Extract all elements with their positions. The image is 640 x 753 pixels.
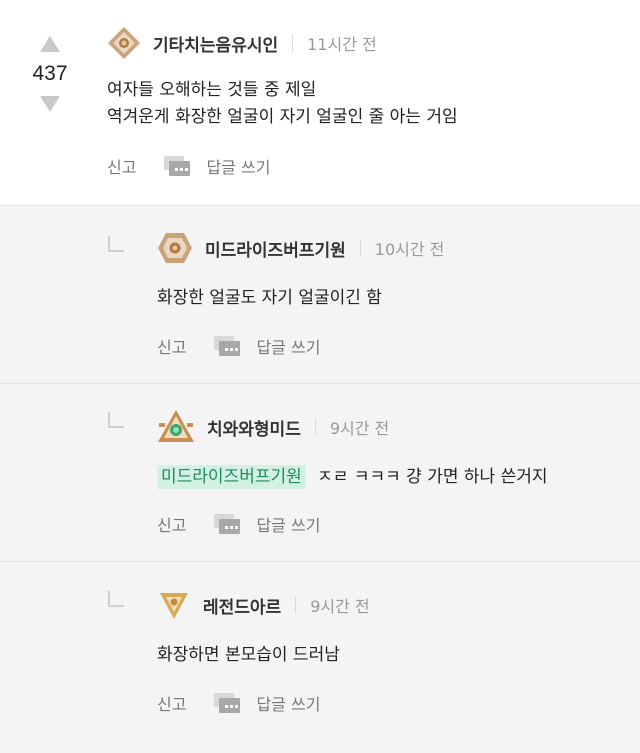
report-button[interactable]: 신고 — [157, 691, 186, 715]
main-comment: 437 기타치는음유시인 11시간 전 여자들 오해하는 것들 중 제일 역겨운… — [0, 0, 640, 205]
comment-header: 기타치는음유시인 11시간 전 — [107, 26, 377, 60]
bronze-rank-badge-icon — [157, 231, 193, 265]
downvote-arrow-icon[interactable] — [40, 96, 60, 112]
comment-header: 미드라이즈버프기원 10시간 전 — [157, 231, 444, 265]
reply-elbow-icon — [108, 412, 124, 428]
author-name[interactable]: 레전드아르 — [203, 593, 281, 618]
comment-body: 화장하면 본모습이 드러남 — [157, 645, 340, 665]
timestamp: 9시간 전 — [329, 419, 390, 438]
report-button[interactable]: 신고 — [107, 154, 136, 178]
timestamp: 9시간 전 — [310, 597, 370, 616]
mention-tag[interactable]: 미드라이즈버프기원 — [157, 465, 306, 489]
comment-header: 레전드아르 9시간 전 — [157, 588, 370, 622]
divider — [314, 418, 316, 436]
comment-text: ㅈㄹ ㅋㅋㅋ 걍 가면 하나 쓴거지 — [317, 467, 548, 487]
upvote-arrow-icon[interactable] — [40, 36, 60, 52]
report-button[interactable]: 신고 — [157, 334, 186, 358]
reply-comment: 미드라이즈버프기원 10시간 전 화장한 얼굴도 자기 얼굴이긴 함 신고 답글… — [0, 205, 640, 384]
reply-button[interactable]: 답글 쓰기 — [256, 691, 320, 715]
comment-actions: 신고 답글 쓰기 — [107, 154, 270, 178]
reply-speech-icon — [214, 693, 241, 713]
comment-body: 화장한 얼굴도 자기 얼굴이긴 함 — [157, 288, 382, 308]
reply-elbow-icon — [108, 236, 124, 252]
comment-header: 치와와형미드 9시간 전 — [157, 410, 389, 444]
comment-body: 여자들 오해하는 것들 중 제일 역겨운게 화장한 얼굴이 자기 얼굴인 줄 아… — [107, 77, 458, 131]
vote-box: 437 — [30, 36, 70, 112]
report-button[interactable]: 신고 — [157, 512, 186, 536]
divider — [292, 34, 294, 52]
author-name[interactable]: 기타치는음유시인 — [153, 31, 278, 56]
comment-line: 역겨운게 화장한 얼굴이 자기 얼굴인 줄 아는 거임 — [107, 107, 458, 127]
author-name[interactable]: 치와와형미드 — [207, 415, 301, 440]
reply-button[interactable]: 답글 쓰기 — [206, 154, 270, 178]
gold-rank-badge-icon — [157, 589, 191, 621]
reply-elbow-icon — [108, 591, 124, 607]
reply-comment: 치와와형미드 9시간 전 미드라이즈버프기원 ㅈㄹ ㅋㅋㅋ 걍 가면 하나 쓴거… — [0, 383, 640, 562]
divider — [295, 596, 297, 614]
reply-comment: 레전드아르 9시간 전 화장하면 본모습이 드러남 신고 답글 쓰기 — [0, 561, 640, 753]
bronze-rank-badge-icon — [107, 26, 141, 60]
reply-speech-icon — [214, 514, 241, 534]
emerald-rank-badge-icon — [157, 409, 195, 445]
comment-line: 여자들 오해하는 것들 중 제일 — [107, 80, 317, 100]
reply-button[interactable]: 답글 쓰기 — [256, 512, 320, 536]
comment-actions: 신고 답글 쓰기 — [157, 691, 320, 715]
reply-speech-icon — [214, 336, 241, 356]
divider — [359, 239, 361, 257]
comment-actions: 신고 답글 쓰기 — [157, 334, 320, 358]
author-name[interactable]: 미드라이즈버프기원 — [205, 236, 346, 261]
comment-actions: 신고 답글 쓰기 — [157, 512, 320, 536]
comment-body: 미드라이즈버프기원 ㅈㄹ ㅋㅋㅋ 걍 가면 하나 쓴거지 — [157, 464, 548, 491]
reply-button[interactable]: 답글 쓰기 — [256, 334, 320, 358]
reply-speech-icon — [164, 156, 191, 176]
timestamp: 11시간 전 — [307, 35, 377, 54]
timestamp: 10시간 전 — [374, 240, 445, 259]
vote-count: 437 — [32, 62, 68, 85]
